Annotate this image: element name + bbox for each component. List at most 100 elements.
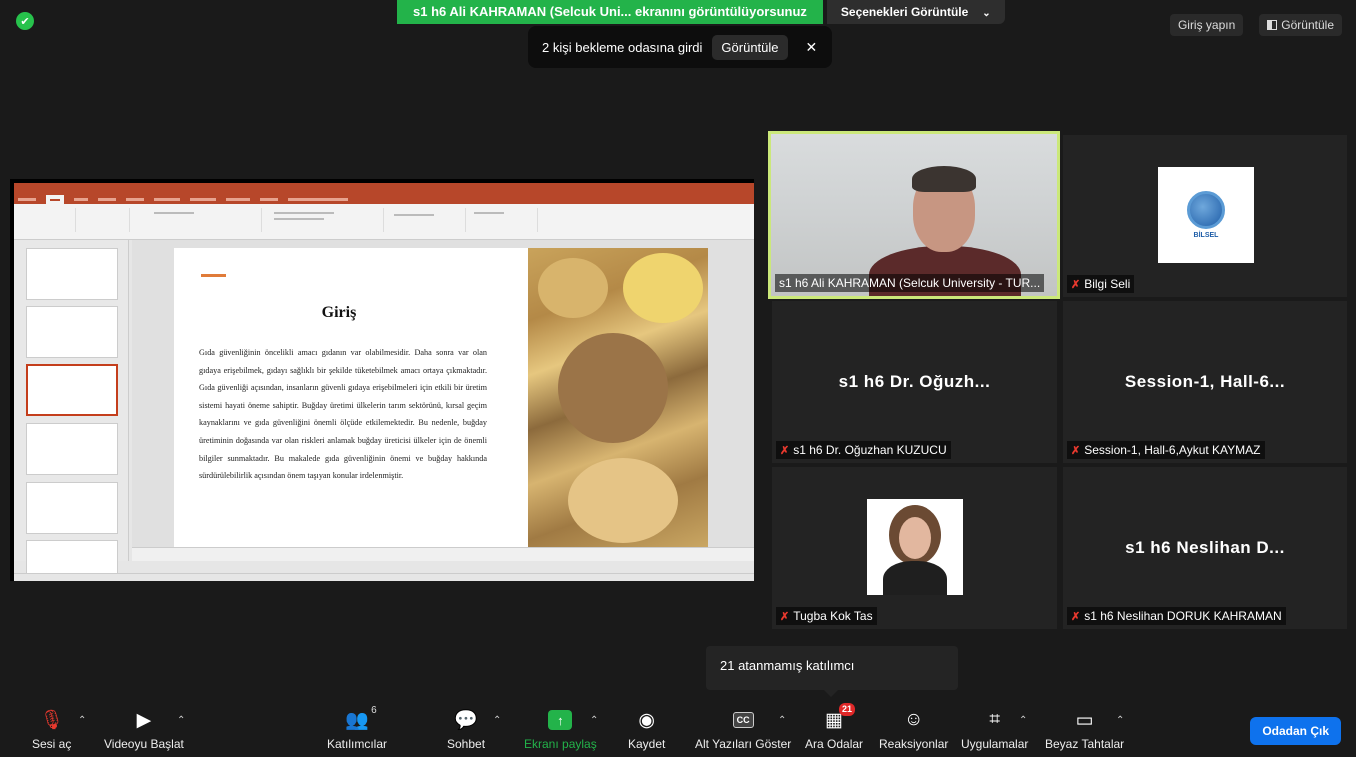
video-tile[interactable]: ✗ Tugba Kok Tas xyxy=(772,467,1057,629)
grain-bag-shape xyxy=(568,458,678,543)
participant-display-name: s1 h6 Neslihan D... xyxy=(1125,538,1285,557)
slide-thumbnail[interactable] xyxy=(26,423,118,475)
shared-screen[interactable]: Giriş Gıda güvenliğinin öncelikli amacı … xyxy=(10,179,754,581)
camera-video xyxy=(771,134,1057,296)
slide-thumbnail[interactable] xyxy=(26,482,118,534)
grain-bag-shape xyxy=(538,258,608,318)
video-tile[interactable]: BİLSEL ✗ Bilgi Seli xyxy=(1063,135,1347,297)
profile-picture xyxy=(867,499,963,595)
chat-button[interactable]: 💬 Sohbet xyxy=(447,709,485,751)
close-icon[interactable]: ✕ xyxy=(806,39,818,56)
ppt-tab xyxy=(126,198,144,201)
participant-name: Bilgi Seli xyxy=(1084,277,1131,291)
waiting-room-message: 2 kişi bekleme odasına girdi xyxy=(542,39,703,55)
signin-button[interactable]: Giriş yapın xyxy=(1169,14,1244,36)
breakout-badge: 21 xyxy=(839,703,856,716)
ppt-ribbon-tabs xyxy=(14,195,754,204)
participants-button[interactable]: 👥 6 Katılımcılar xyxy=(327,705,388,751)
participant-name: Session-1, Hall-6,Aykut KAYMAZ xyxy=(1084,443,1261,457)
mic-muted-icon: 🎙 xyxy=(39,710,64,731)
ppt-tab xyxy=(74,198,88,201)
ppt-tab xyxy=(260,198,278,201)
start-video-button[interactable]: ▶ Videoyu Başlat xyxy=(104,709,184,752)
unassigned-participants-popup[interactable]: 21 atanmamış katılımcı xyxy=(706,646,958,697)
chevron-down-icon: ⌄ xyxy=(982,8,991,19)
participant-name: s1 h6 Ali KAHRAMAN (Selcuk University - … xyxy=(779,276,1041,290)
video-tile[interactable]: s1 h6 Dr. Oğuzh... ✗ s1 h6 Dr. Oğuzhan KU… xyxy=(772,301,1057,463)
participant-display-name: Session-1, Hall-6... xyxy=(1124,372,1286,391)
reactions-button[interactable]: ☺ Reaksiyonlar xyxy=(879,709,948,751)
ppt-tab xyxy=(288,198,348,201)
share-screen-button[interactable]: ↑ Ekranı paylaş xyxy=(524,709,597,751)
participant-name: s1 h6 Neslihan DORUK KAHRAMAN xyxy=(1084,609,1282,623)
video-tile[interactable]: s1 h6 Neslihan D... ✗ s1 h6 Neslihan DORU… xyxy=(1063,467,1347,629)
ribbon-group xyxy=(132,208,262,232)
ppt-tab xyxy=(226,198,250,201)
ribbon-line xyxy=(274,218,324,220)
meeting-toolbar: 🎙 Sesi aç ⌃ ▶ Videoyu Başlat ⌃ 👥 6 Katılı… xyxy=(0,701,1356,757)
ppt-ribbon xyxy=(14,204,754,240)
ppt-tab xyxy=(18,198,36,201)
chat-options-caret-icon[interactable]: ⌃ xyxy=(493,715,501,726)
share-banner-text: s1 h6 Ali KAHRAMAN (Selcuk Uni... ekranı… xyxy=(397,0,823,24)
ribbon-line xyxy=(274,212,334,214)
ribbon-line xyxy=(474,212,504,214)
photo-body xyxy=(883,561,947,595)
ribbon-line xyxy=(154,212,194,214)
unmute-button[interactable]: 🎙 Sesi aç xyxy=(32,709,71,751)
whiteboard-icon: ▭ xyxy=(1075,709,1094,731)
waiting-room-view-button[interactable]: Görüntüle xyxy=(712,34,788,60)
participant-name-tag: s1 h6 Ali KAHRAMAN (Selcuk University - … xyxy=(775,274,1045,292)
logo-text: BİLSEL xyxy=(1193,232,1219,239)
slide-thumbnail[interactable] xyxy=(26,248,118,300)
grain-sacks-image xyxy=(528,248,708,548)
person-hair xyxy=(912,166,976,192)
waiting-room-notification: 2 kişi bekleme odasına girdi Görüntüle ✕ xyxy=(528,26,832,68)
share-options-caret-icon[interactable]: ⌃ xyxy=(590,715,598,726)
captions-button[interactable]: CC Alt Yazıları Göster xyxy=(695,709,791,751)
ppt-status-bar xyxy=(14,573,754,581)
record-label: Kaydet xyxy=(628,737,666,751)
unmute-label: Sesi aç xyxy=(32,737,72,751)
current-slide: Giriş Gıda güvenliğinin öncelikli amacı … xyxy=(174,248,708,548)
participant-name: Tugba Kok Tas xyxy=(793,609,873,623)
powerpoint-window: Giriş Gıda güvenliğinin öncelikli amacı … xyxy=(14,183,754,581)
grain-bag-shape xyxy=(558,333,668,443)
captions-options-caret-icon[interactable]: ⌃ xyxy=(778,715,786,726)
apps-options-caret-icon[interactable]: ⌃ xyxy=(1019,715,1027,726)
leave-room-button[interactable]: Odadan Çık xyxy=(1250,717,1341,745)
video-tile-active-speaker[interactable]: s1 h6 Ali KAHRAMAN (Selcuk University - … xyxy=(768,131,1060,299)
whiteboard-options-caret-icon[interactable]: ⌃ xyxy=(1116,715,1124,726)
whiteboards-button[interactable]: ▭ Beyaz Tahtalar xyxy=(1045,709,1125,752)
slide-accent-bar xyxy=(201,274,226,277)
ribbon-group xyxy=(78,208,130,232)
ppt-tab xyxy=(190,198,216,201)
gallery-view-icon xyxy=(1267,20,1278,30)
view-button[interactable]: Görüntüle xyxy=(1259,14,1342,36)
slide-thumbnail[interactable] xyxy=(26,306,118,358)
ppt-tab-active xyxy=(46,195,64,204)
slide-thumbnails-panel[interactable] xyxy=(14,240,129,581)
record-button[interactable]: ◉ Kaydet xyxy=(628,709,666,752)
start-video-label: Videoyu Başlat xyxy=(104,737,184,751)
notes-pane[interactable] xyxy=(132,547,754,561)
participants-label: Katılımcılar xyxy=(327,737,388,751)
participant-display-name: s1 h6 Dr. Oğuzh... xyxy=(838,372,991,391)
participant-name-tag: ✗ Bilgi Seli xyxy=(1067,275,1135,293)
ppt-titlebar xyxy=(14,183,754,195)
grain-bag-shape xyxy=(623,253,703,323)
participants-count: 6 xyxy=(371,705,377,716)
captions-icon: CC xyxy=(732,709,754,731)
breakout-rooms-button[interactable]: ▦ 21 Ara Odalar xyxy=(805,703,863,751)
whiteboards-label: Beyaz Tahtalar xyxy=(1045,737,1125,751)
audio-options-caret-icon[interactable]: ⌃ xyxy=(78,715,86,726)
chat-label: Sohbet xyxy=(447,737,486,751)
slide-thumbnail-selected[interactable] xyxy=(26,364,118,416)
video-tile[interactable]: Session-1, Hall-6... ✗ Session-1, Hall-6,… xyxy=(1063,301,1347,463)
view-options-button[interactable]: Seçenekleri Görüntüle ⌄ xyxy=(826,0,1005,24)
participant-name-tag: ✗ Tugba Kok Tas xyxy=(776,607,877,625)
video-options-caret-icon[interactable]: ⌃ xyxy=(177,715,185,726)
security-shield-icon[interactable]: ✔ xyxy=(16,12,34,30)
reactions-label: Reaksiyonlar xyxy=(879,737,949,751)
share-banner: s1 h6 Ali KAHRAMAN (Selcuk Uni... ekranı… xyxy=(397,0,1005,24)
